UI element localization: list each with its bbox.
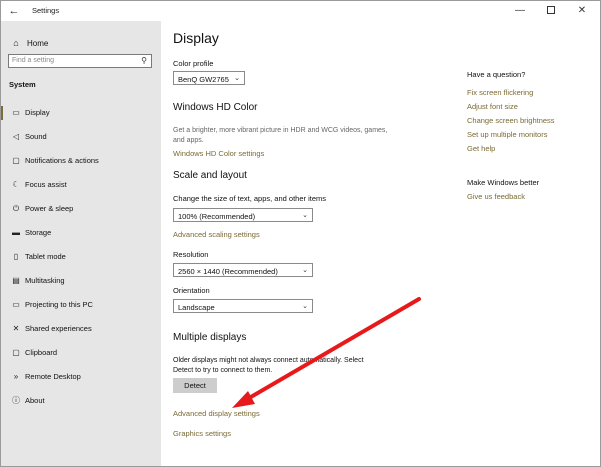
arrow-shaft: [242, 297, 421, 403]
arrow-head: [232, 391, 255, 408]
red-arrow-annotation: [232, 297, 421, 408]
settings-window: ← Settings — ✕ ⌂ Home Find a setting ⚲ Sy…: [0, 0, 601, 467]
